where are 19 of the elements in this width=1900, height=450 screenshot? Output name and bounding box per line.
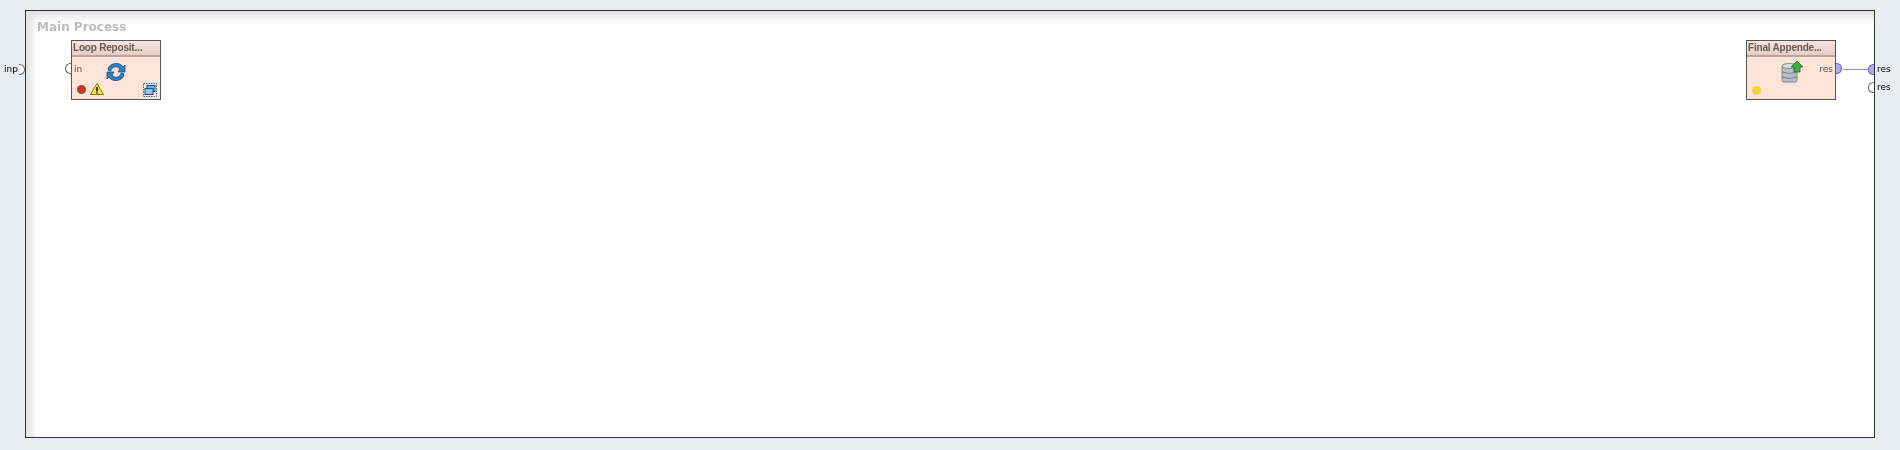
database-upload-icon [1780,60,1804,84]
loop-icon [105,60,127,84]
operator-box[interactable]: Loop Reposit... in [71,40,161,100]
port-label: res [1877,81,1891,94]
operator-box[interactable]: Final Appende... res [1746,40,1836,100]
port-icon[interactable] [1868,82,1874,94]
port-label: in [74,63,83,76]
port-label: res [1819,63,1833,76]
connection-line [1843,69,1869,70]
subprocess-icon[interactable] [143,83,157,97]
operator-title: Final Appende... [1747,41,1835,57]
process-title: Main Process [37,19,127,36]
port-icon[interactable] [65,63,71,74]
port-icon[interactable] [19,64,25,76]
port-label: inp [3,63,18,76]
operator-title: Loop Reposit... [72,41,160,57]
port-icon[interactable] [1836,63,1842,74]
port-icon[interactable] [1868,64,1874,76]
port-label: res [1877,63,1891,76]
